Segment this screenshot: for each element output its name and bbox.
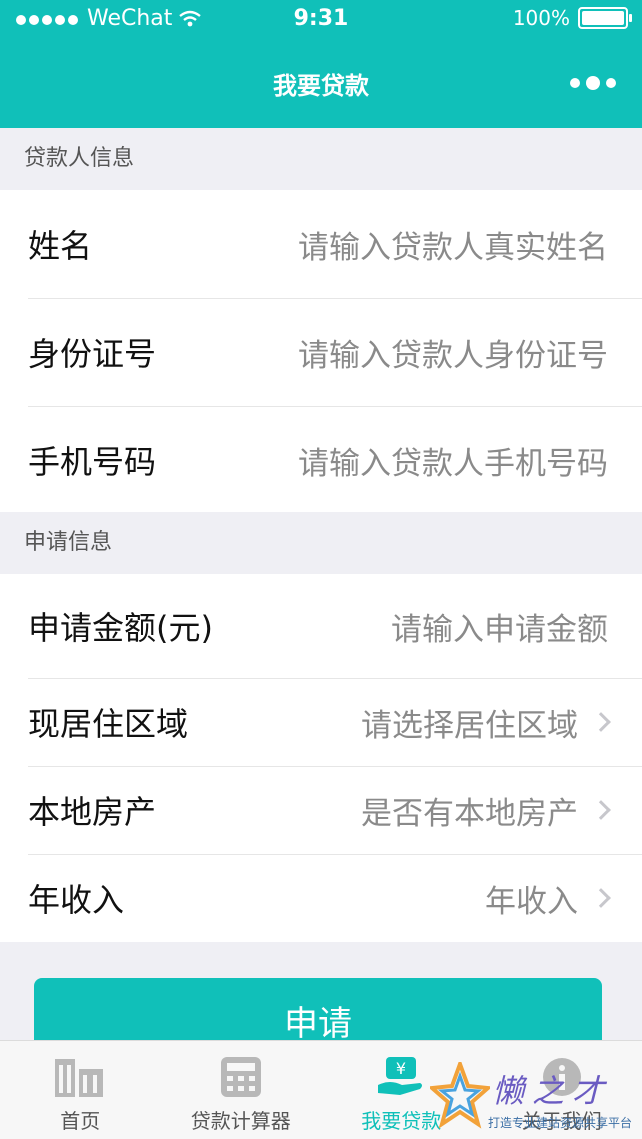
name-row[interactable]: 姓名 请输入贷款人真实姓名 (0, 190, 642, 298)
income-row[interactable]: 年收入 年收入 (0, 854, 642, 942)
battery-icon (578, 7, 628, 29)
amount-field[interactable]: 请输入申请金额 (391, 604, 608, 649)
svg-text:¥: ¥ (396, 1059, 406, 1078)
property-row[interactable]: 本地房产 是否有本地房产 (0, 766, 642, 854)
section-title-borrower: 贷款人信息 (0, 128, 642, 190)
building-icon (53, 1055, 107, 1099)
tab-calculator[interactable]: 贷款计算器 (161, 1041, 322, 1139)
area-select[interactable]: 请选择居住区域 (361, 700, 612, 745)
borrower-group: 姓名 请输入贷款人真实姓名 身份证号 请输入贷款人身份证号 手机号码 请输入贷款… (0, 190, 642, 514)
area-label: 现居住区域 (28, 699, 188, 745)
name-field[interactable]: 请输入贷款人真实姓名 (298, 222, 608, 267)
tab-loan[interactable]: ¥ 我要贷款 (321, 1041, 482, 1139)
section-title-apply: 申请信息 (0, 512, 642, 574)
battery: 100% (513, 6, 628, 30)
tab-bar: 首页 贷款计算器 ¥ 我要贷款 关于我们 (0, 1040, 642, 1139)
tab-home[interactable]: 首页 (0, 1041, 161, 1139)
chevron-right-icon (591, 888, 611, 908)
income-placeholder: 年收入 (485, 876, 578, 921)
area-placeholder: 请选择居住区域 (361, 700, 578, 745)
phone-label: 手机号码 (28, 437, 156, 483)
id-row[interactable]: 身份证号 请输入贷款人身份证号 (0, 298, 642, 406)
tab-about[interactable]: 关于我们 (482, 1041, 642, 1139)
battery-percent: 100% (513, 6, 570, 30)
income-select[interactable]: 年收入 (485, 876, 612, 921)
status-bar: WeChat 9:31 100% (0, 0, 642, 40)
property-placeholder: 是否有本地房产 (361, 788, 578, 833)
phone-row[interactable]: 手机号码 请输入贷款人手机号码 (0, 406, 642, 514)
more-menu-icon[interactable] (570, 76, 616, 90)
amount-row[interactable]: 申请金额(元) 请输入申请金额 (0, 574, 642, 678)
tab-label-calculator: 贷款计算器 (191, 1105, 291, 1134)
tab-label-loan: 我要贷款 (361, 1105, 441, 1134)
property-label: 本地房产 (28, 787, 156, 833)
amount-label: 申请金额(元) (28, 603, 213, 649)
tab-label-about: 关于我们 (522, 1105, 602, 1134)
name-label: 姓名 (28, 221, 92, 267)
id-field[interactable]: 请输入贷款人身份证号 (298, 330, 608, 375)
area-row[interactable]: 现居住区域 请选择居住区域 (0, 678, 642, 766)
chevron-right-icon (591, 712, 611, 732)
tab-label-home: 首页 (60, 1105, 100, 1134)
application-group: 申请金额(元) 请输入申请金额 现居住区域 请选择居住区域 本地房产 是否有本地… (0, 574, 642, 942)
property-select[interactable]: 是否有本地房产 (361, 788, 612, 833)
top-bar: WeChat 9:31 100% 我要贷款 (0, 0, 642, 128)
page-title: 我要贷款 (0, 66, 642, 101)
info-icon (540, 1055, 584, 1099)
money-icon: ¥ (376, 1055, 426, 1099)
phone-field[interactable]: 请输入贷款人手机号码 (298, 438, 608, 483)
income-label: 年收入 (28, 875, 124, 921)
id-label: 身份证号 (28, 329, 156, 375)
calculator-icon (219, 1055, 263, 1099)
chevron-right-icon (591, 800, 611, 820)
